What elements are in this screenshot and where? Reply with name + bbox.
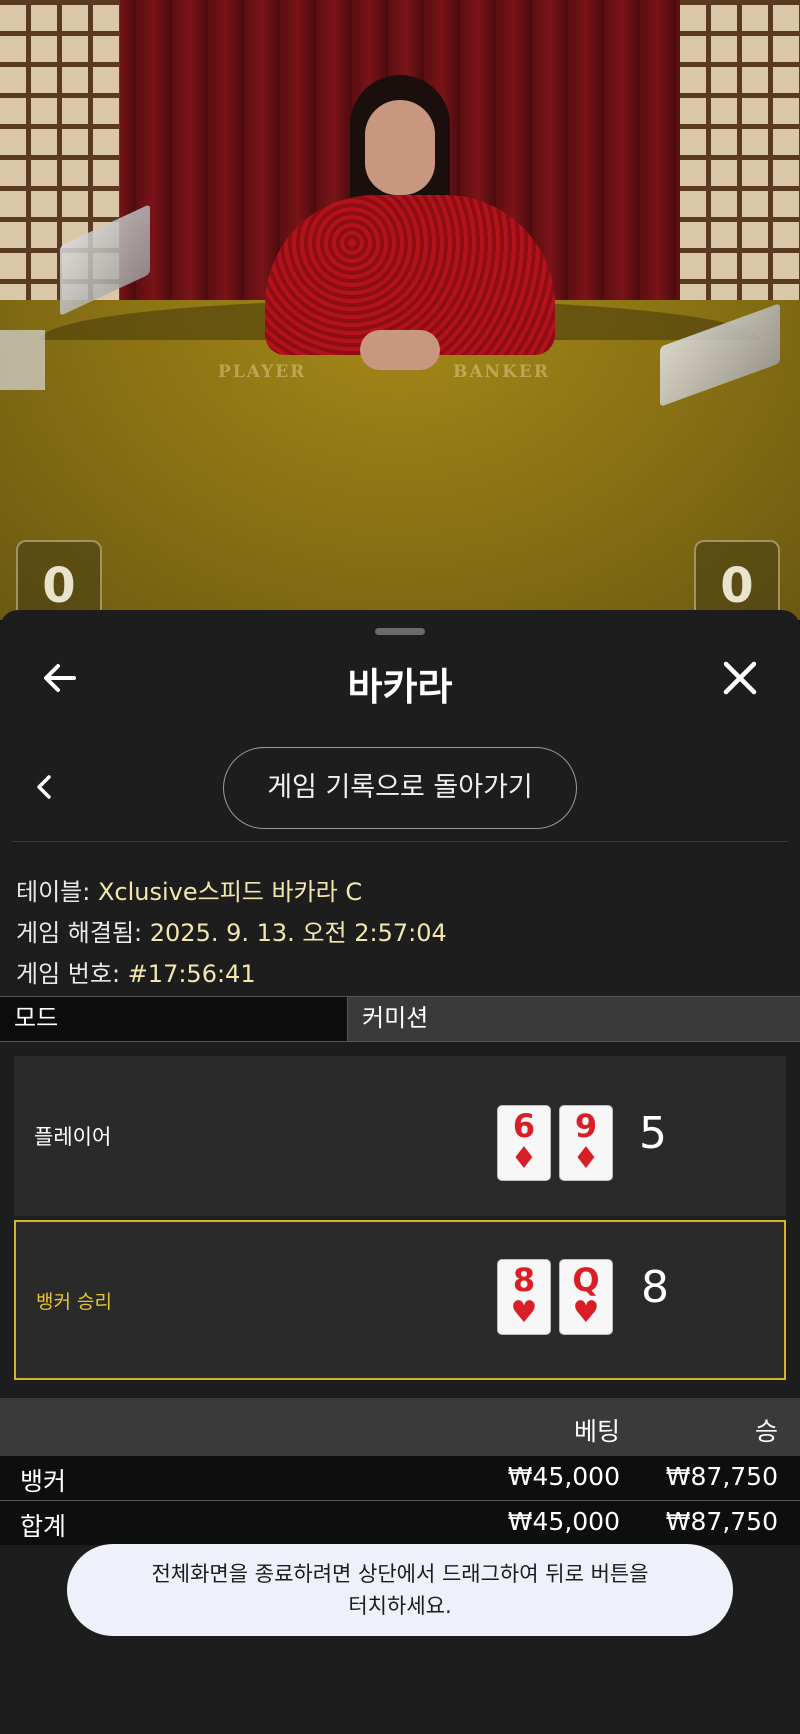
resolved-info: 게임 해결됨: 2025. 9. 13. 오전 2:57:04 bbox=[16, 913, 447, 948]
resolved-label: 게임 해결됨: bbox=[16, 919, 143, 947]
diamond-suit-icon: ♦ bbox=[572, 1141, 600, 1176]
playing-card: Q ♥ bbox=[559, 1259, 613, 1335]
player-hand-panel: 플레이어 6 ♦ 9 ♦ 5 bbox=[14, 1056, 786, 1216]
dealer-face bbox=[365, 100, 435, 195]
page-title: 바카라 bbox=[347, 665, 453, 709]
table-info: 테이블: Xclusive스피드 바카라 C bbox=[16, 872, 362, 907]
heart-suit-icon: ♥ bbox=[572, 1295, 600, 1330]
table-row: 뱅커 ₩45,000 ₩87,750 bbox=[0, 1456, 800, 1500]
table-label: 테이블: bbox=[16, 878, 91, 906]
table-value: Xclusive스피드 바카라 C bbox=[97, 878, 363, 906]
playing-card: 8 ♥ bbox=[497, 1259, 551, 1335]
playing-card: 9 ♦ bbox=[559, 1105, 613, 1181]
banker-hand-score: 8 bbox=[641, 1262, 669, 1313]
bet-amount: ₩45,000 bbox=[507, 1462, 620, 1491]
win-amount: ₩87,750 bbox=[665, 1462, 778, 1491]
bet-column-header: 베팅 bbox=[573, 1417, 620, 1446]
total-win: ₩87,750 bbox=[665, 1507, 778, 1536]
total-row: 합계 ₩45,000 ₩87,750 bbox=[0, 1501, 800, 1545]
game-number-value: #17:56:41 bbox=[127, 960, 256, 988]
banker-win-label: 뱅커 승리 bbox=[36, 1290, 112, 1313]
discard-stack bbox=[0, 330, 45, 390]
mode-row: 모드 커미션 bbox=[0, 996, 800, 1042]
heart-suit-icon: ♥ bbox=[510, 1295, 538, 1330]
lattice-screen-right bbox=[680, 0, 800, 310]
total-bet: ₩45,000 bbox=[507, 1507, 620, 1536]
card-rank: 8 bbox=[512, 1261, 536, 1299]
playing-card: 6 ♦ bbox=[497, 1105, 551, 1181]
fullscreen-toast: 전체화면을 종료하려면 상단에서 드래그하여 뒤로 버튼을 터치하세요. bbox=[67, 1544, 733, 1636]
back-to-history-button[interactable]: 게임 기록으로 돌아가기 bbox=[223, 747, 577, 829]
mode-value: 커미션 bbox=[348, 997, 800, 1041]
game-number-info: 게임 번호: #17:56:41 bbox=[16, 954, 256, 989]
bet-name: 뱅커 bbox=[20, 1467, 67, 1496]
felt-label-banker: BANKER bbox=[453, 362, 550, 382]
sheet-grabber[interactable] bbox=[375, 628, 425, 635]
divider bbox=[12, 841, 788, 842]
chevron-left-icon[interactable] bbox=[30, 772, 58, 802]
banker-hand-panel: 뱅커 승리 8 ♥ Q ♥ 8 bbox=[14, 1220, 786, 1380]
live-video: PLAYER BANKER 0 0 bbox=[0, 0, 800, 620]
game-number-label: 게임 번호: bbox=[16, 960, 121, 988]
banker-score-tile: 0 bbox=[694, 540, 780, 620]
card-rank: 9 bbox=[574, 1107, 598, 1145]
dealer-hands bbox=[360, 330, 440, 370]
player-hand-label: 플레이어 bbox=[34, 1125, 112, 1149]
close-icon[interactable] bbox=[720, 658, 760, 698]
toast-line-1: 전체화면을 종료하려면 상단에서 드래그하여 뒤로 버튼을 bbox=[151, 1562, 649, 1586]
total-label: 합계 bbox=[20, 1512, 67, 1541]
bets-table-header: 베팅 승 bbox=[0, 1398, 800, 1456]
card-rank: Q bbox=[572, 1261, 600, 1299]
felt-label-player: PLAYER bbox=[218, 362, 307, 382]
resolved-value: 2025. 9. 13. 오전 2:57:04 bbox=[149, 919, 447, 947]
diamond-suit-icon: ♦ bbox=[510, 1141, 538, 1176]
card-rank: 6 bbox=[512, 1107, 536, 1145]
player-hand-score: 5 bbox=[639, 1108, 667, 1159]
toast-line-2: 터치하세요. bbox=[348, 1594, 452, 1618]
mode-label: 모드 bbox=[0, 997, 348, 1041]
win-column-header: 승 bbox=[754, 1417, 778, 1446]
player-score-tile: 0 bbox=[16, 540, 102, 620]
